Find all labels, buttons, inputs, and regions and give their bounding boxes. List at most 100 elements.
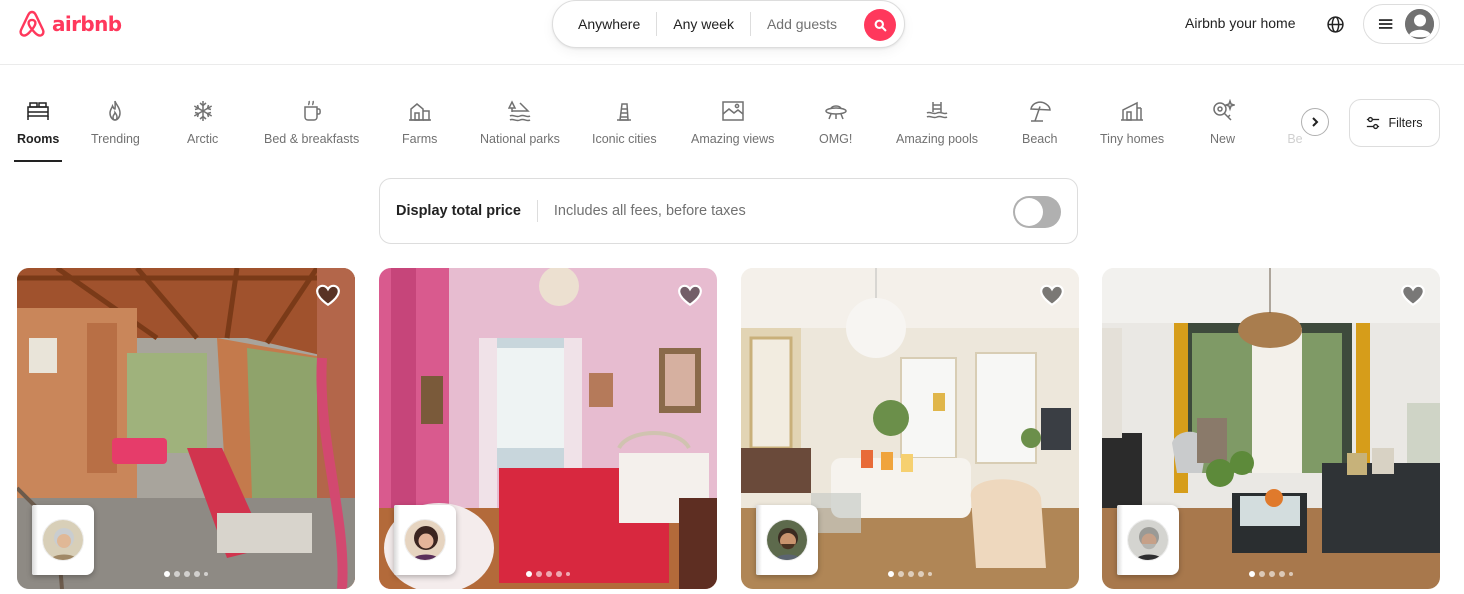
tiny-home-icon bbox=[1121, 101, 1144, 121]
search-location-button[interactable]: Anywhere bbox=[553, 16, 656, 32]
filters-label: Filters bbox=[1388, 116, 1423, 130]
category-label: Amazing views bbox=[691, 132, 775, 146]
user-menu-button[interactable] bbox=[1363, 4, 1440, 44]
photo-pagination bbox=[1249, 571, 1293, 577]
listing-card-4[interactable] bbox=[1102, 268, 1440, 589]
pagination-dot[interactable] bbox=[536, 571, 542, 577]
pagination-dot[interactable] bbox=[928, 572, 932, 576]
category-farms[interactable]: Farms bbox=[402, 99, 437, 146]
pagination-dot[interactable] bbox=[194, 571, 200, 577]
category-tiny-homes[interactable]: Tiny homes bbox=[1100, 99, 1164, 146]
pagination-dot[interactable] bbox=[1259, 571, 1265, 577]
listing-card-1[interactable] bbox=[17, 268, 355, 589]
category-label: Arctic bbox=[187, 132, 219, 146]
heart-icon[interactable] bbox=[1039, 283, 1065, 307]
pagination-dot[interactable] bbox=[174, 571, 180, 577]
category-bar: Rooms Trending Arctic Bed & breakfasts F… bbox=[0, 66, 1464, 166]
host-card[interactable] bbox=[756, 505, 818, 575]
search-bar[interactable]: Anywhere Any week Add guests bbox=[552, 0, 905, 48]
host-card[interactable] bbox=[1117, 505, 1179, 575]
category-new[interactable]: New bbox=[1210, 99, 1235, 146]
host-avatar bbox=[42, 519, 84, 561]
host-card[interactable] bbox=[32, 505, 94, 575]
ufo-icon bbox=[824, 105, 847, 120]
airbnb-logo-icon bbox=[19, 10, 45, 37]
pagination-dot[interactable] bbox=[164, 571, 170, 577]
pagination-dot[interactable] bbox=[1249, 571, 1255, 577]
tower-icon bbox=[617, 103, 632, 121]
user-avatar-icon bbox=[1405, 9, 1434, 39]
photo-pagination bbox=[526, 571, 570, 577]
pagination-dot[interactable] bbox=[898, 571, 904, 577]
category-amazing-views[interactable]: Amazing views bbox=[691, 99, 774, 146]
host-your-home-link[interactable]: Airbnb your home bbox=[1185, 15, 1296, 31]
sparkle-key-icon bbox=[1212, 99, 1235, 121]
category-iconic-cities[interactable]: Iconic cities bbox=[592, 99, 657, 146]
snowflake-icon bbox=[193, 101, 212, 121]
category-rooms[interactable]: Rooms bbox=[13, 99, 63, 162]
pagination-dot[interactable] bbox=[1269, 571, 1275, 577]
photo-pagination bbox=[888, 571, 932, 577]
category-label: National parks bbox=[480, 132, 560, 146]
chevron-right-icon bbox=[1312, 117, 1319, 127]
sliders-icon bbox=[1367, 116, 1380, 130]
category-trending[interactable]: Trending bbox=[91, 99, 140, 146]
category-amazing-pools[interactable]: Amazing pools bbox=[896, 99, 978, 146]
brand-name: airbnb bbox=[52, 12, 122, 36]
flame-icon bbox=[109, 100, 122, 121]
listing-card-2[interactable] bbox=[379, 268, 717, 589]
pagination-dot[interactable] bbox=[546, 571, 552, 577]
category-label: OMG! bbox=[819, 132, 853, 146]
globe-icon bbox=[1326, 15, 1344, 33]
pagination-dot[interactable] bbox=[566, 572, 570, 576]
landscape-icon bbox=[721, 101, 744, 121]
category-label: Farms bbox=[402, 132, 438, 146]
pagination-dot[interactable] bbox=[556, 571, 562, 577]
total-price-divider bbox=[536, 200, 538, 222]
photo-pagination bbox=[164, 571, 208, 577]
pagination-dot[interactable] bbox=[1279, 571, 1285, 577]
category-label: New bbox=[1210, 132, 1236, 146]
pagination-dot[interactable] bbox=[526, 571, 532, 577]
host-card[interactable] bbox=[394, 505, 456, 575]
category-label: Tiny homes bbox=[1100, 132, 1165, 146]
category-scroll-next-button[interactable] bbox=[1301, 108, 1329, 136]
category-label: Trending bbox=[91, 132, 140, 146]
total-price-toggle[interactable] bbox=[1013, 196, 1061, 228]
language-button[interactable] bbox=[1324, 13, 1346, 35]
host-avatar bbox=[1127, 519, 1169, 561]
category-label: Amazing pools bbox=[896, 132, 978, 146]
filters-button[interactable]: Filters bbox=[1349, 99, 1440, 147]
airbnb-logo[interactable]: airbnb bbox=[16, 7, 122, 41]
category-national-parks[interactable]: National parks bbox=[480, 99, 560, 146]
listing-card-3[interactable] bbox=[741, 268, 1079, 589]
search-button[interactable] bbox=[864, 9, 896, 41]
heart-icon[interactable] bbox=[1400, 283, 1426, 307]
category-label: Rooms bbox=[17, 132, 60, 146]
total-price-panel: Display total price Includes all fees, b… bbox=[379, 178, 1078, 244]
search-dates-button[interactable]: Any week bbox=[657, 16, 750, 32]
heart-icon[interactable] bbox=[315, 283, 341, 307]
heart-icon[interactable] bbox=[677, 283, 703, 307]
pagination-dot[interactable] bbox=[908, 571, 914, 577]
pagination-dot[interactable] bbox=[1289, 572, 1293, 576]
search-guests-button[interactable]: Add guests bbox=[751, 16, 853, 32]
pagination-dot[interactable] bbox=[918, 571, 924, 577]
category-beach[interactable]: Beach bbox=[1022, 99, 1057, 146]
host-avatar bbox=[404, 519, 446, 561]
barn-icon bbox=[408, 103, 431, 121]
total-price-subtitle: Includes all fees, before taxes bbox=[553, 203, 746, 219]
category-label: Be bbox=[1287, 132, 1303, 146]
toggle-knob bbox=[1015, 198, 1043, 226]
category-omg[interactable]: OMG! bbox=[819, 99, 852, 146]
top-header: airbnb Anywhere Any week Add guests Airb… bbox=[0, 0, 1464, 65]
bed-icon bbox=[27, 102, 49, 120]
category-bed-and-breakfasts[interactable]: Bed & breakfasts bbox=[264, 99, 359, 146]
host-avatar bbox=[766, 519, 808, 561]
total-price-title: Display total price bbox=[396, 203, 521, 219]
pagination-dot[interactable] bbox=[184, 571, 190, 577]
pagination-dot[interactable] bbox=[888, 571, 894, 577]
category-label: Beach bbox=[1022, 132, 1058, 146]
category-arctic[interactable]: Arctic bbox=[187, 99, 218, 146]
pagination-dot[interactable] bbox=[204, 572, 208, 576]
